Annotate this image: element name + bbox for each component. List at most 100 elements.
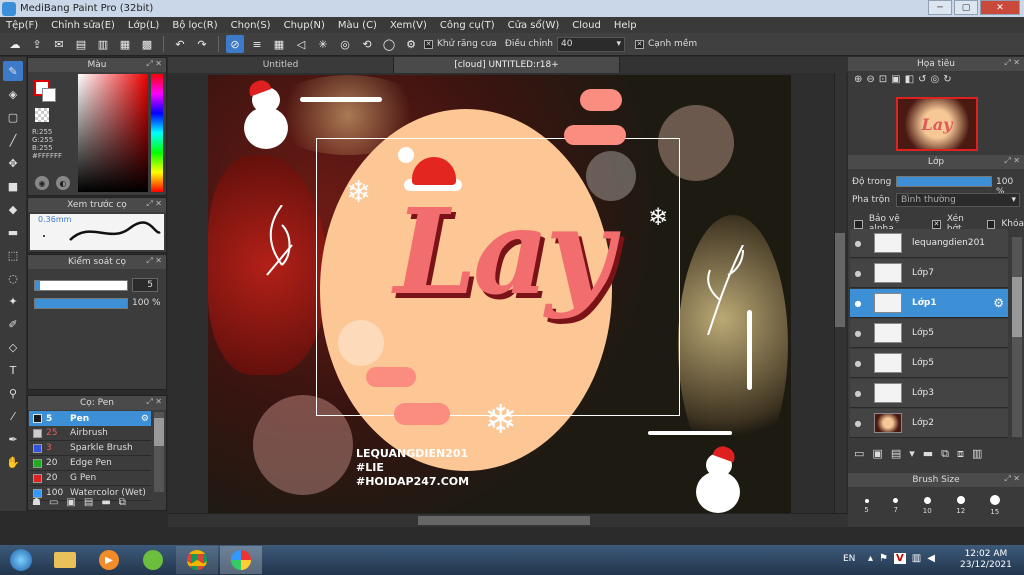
taskbar-media-player[interactable]: ▶	[88, 546, 130, 574]
panel-expand-icon[interactable]: ⤢ ✕	[146, 59, 162, 69]
unikey-icon[interactable]: V	[894, 553, 906, 564]
flip-icon[interactable]: ◧	[905, 74, 914, 85]
brush-size-option[interactable]: 10	[923, 491, 932, 525]
snap-radial-icon[interactable]: ✳	[314, 35, 332, 53]
snap-settings-icon[interactable]: ⚙	[402, 35, 420, 53]
snap-parallel-icon[interactable]: ≡	[248, 35, 266, 53]
brush-size-option[interactable]: 15	[989, 491, 1000, 525]
brush-settings-icon[interactable]: ▤	[84, 497, 93, 508]
eye-icon[interactable]: ●	[850, 389, 866, 398]
input-language[interactable]: EN	[843, 554, 855, 564]
select-eraser-icon[interactable]: ◇	[3, 337, 23, 357]
menu-help[interactable]: Help	[614, 20, 637, 31]
brush-item[interactable]: 3 Sparkle Brush	[29, 441, 151, 456]
gear-icon[interactable]: ⚙	[993, 296, 1004, 310]
transparent-swatch[interactable]	[35, 108, 49, 122]
clipping-checkbox[interactable]: ✕	[932, 219, 941, 229]
sharp-edge-checkbox[interactable]: ✕	[634, 39, 644, 49]
adjust-select[interactable]: 40 ▾	[556, 36, 625, 52]
tray-arrow-icon[interactable]: ▴	[868, 553, 873, 564]
select-tool-icon[interactable]: ⬚	[3, 245, 23, 265]
eye-icon[interactable]: ●	[850, 269, 866, 278]
layer-row[interactable]: ● Lớp2	[850, 409, 1008, 438]
gear-icon[interactable]: ⚙	[141, 414, 149, 424]
menu-tools[interactable]: Công cụ(T)	[440, 20, 495, 31]
panel-expand-icon[interactable]: ⤢ ✕	[1004, 156, 1020, 166]
brush-item[interactable]: 25 Airbrush	[29, 426, 151, 441]
menu-cloud[interactable]: Cloud	[572, 20, 601, 31]
tab-untitled[interactable]: Untitled	[168, 57, 394, 73]
opacity-slider[interactable]	[34, 298, 128, 309]
antialias-checkbox[interactable]: ✕	[424, 39, 433, 49]
size-slider[interactable]	[34, 280, 128, 291]
layer-folder-icon[interactable]: ▬	[923, 447, 933, 461]
panel-expand-icon[interactable]: ⤢ ✕	[146, 256, 162, 266]
add-layer-menu-icon[interactable]: ▾	[909, 447, 915, 461]
brush-size-option[interactable]: 7	[893, 491, 899, 525]
fill-rect-tool-icon[interactable]: ■	[3, 176, 23, 196]
hue-slider[interactable]	[151, 74, 163, 192]
eyedropper-icon[interactable]: ◉	[35, 176, 49, 190]
page-icon[interactable]: ▥	[94, 35, 112, 53]
eye-icon[interactable]: ●	[850, 359, 866, 368]
scroll-thumb[interactable]	[418, 516, 590, 525]
menu-select[interactable]: Chọn(S)	[231, 20, 271, 31]
hand-tool-icon[interactable]: ✋	[3, 452, 23, 472]
select-pen-icon[interactable]: ✐	[3, 314, 23, 334]
new-brush-icon[interactable]: ▭	[49, 497, 58, 508]
rotate-right-icon[interactable]: ↻	[943, 74, 951, 85]
export-icon[interactable]: ⇪	[28, 35, 46, 53]
menu-color[interactable]: Màu (C)	[338, 20, 377, 31]
menu-filter[interactable]: Bộ lọc(R)	[172, 20, 217, 31]
horizontal-scrollbar[interactable]	[168, 513, 848, 527]
snap-circle-icon[interactable]: ◎	[336, 35, 354, 53]
close-button[interactable]: ✕	[980, 0, 1020, 15]
duplicate-layer-icon[interactable]: ⧉	[941, 447, 949, 461]
cloud-icon[interactable]: ☁	[6, 35, 24, 53]
blend-mode-select[interactable]: Bình thường ▾	[896, 193, 1020, 207]
volume-icon[interactable]: ◀	[927, 553, 935, 564]
start-button[interactable]	[0, 546, 42, 574]
pen-tool-icon[interactable]: ✒	[3, 429, 23, 449]
taskbar-explorer[interactable]	[44, 546, 86, 574]
redo-icon[interactable]: ↷	[193, 35, 211, 53]
new-layer-icon[interactable]: ▭	[854, 447, 864, 461]
size-input[interactable]: 5	[132, 278, 158, 292]
layer-opacity-slider[interactable]	[896, 176, 992, 187]
maximize-button[interactable]: ▢	[954, 0, 978, 15]
layer-row[interactable]: ● Lớp5	[850, 349, 1008, 378]
chat-icon[interactable]: ✉	[50, 35, 68, 53]
snap-curve-icon[interactable]: ⟲	[358, 35, 376, 53]
layer-list-scrollbar[interactable]	[1012, 237, 1022, 437]
folder-icon[interactable]: ▬	[101, 497, 110, 508]
brush-tool-icon[interactable]: ✎	[3, 61, 23, 81]
flag-icon[interactable]: ⚑	[879, 553, 888, 564]
minimize-button[interactable]: ─	[928, 0, 952, 15]
brush-list-scrollbar[interactable]	[154, 412, 164, 492]
panel-expand-icon[interactable]: ⤢ ✕	[146, 397, 162, 407]
doc-icon[interactable]: ▤	[72, 35, 90, 53]
canvas-area[interactable]: ❄ ❄ ❄ Lay LEQUANGDIEN201 #LIE #HOIDAP247…	[168, 73, 846, 513]
fit-icon[interactable]: ⊡	[879, 74, 887, 85]
snap-ellipse-icon[interactable]: ◯	[380, 35, 398, 53]
divide-tool-icon[interactable]: ⚲	[3, 383, 23, 403]
brush-item[interactable]: 5 Pen ⚙	[29, 411, 151, 426]
menu-layer[interactable]: Lớp(L)	[128, 20, 159, 31]
zoom-in-icon[interactable]: ⊕	[854, 74, 862, 85]
eye-icon[interactable]: ●	[850, 329, 866, 338]
bucket-tool-icon[interactable]: ◆	[3, 199, 23, 219]
new-halftone-layer-icon[interactable]: ▣	[872, 447, 882, 461]
layer-row[interactable]: ● Lớp1 ⚙	[850, 289, 1008, 318]
brush-item[interactable]: 20 Edge Pen	[29, 456, 151, 471]
clock[interactable]: 12:02 AM 23/12/2021	[960, 549, 1012, 571]
layer-row[interactable]: ● Lớp5	[850, 319, 1008, 348]
move-tool-icon[interactable]: ✥	[3, 153, 23, 173]
magic-wand-icon[interactable]: ✦	[3, 291, 23, 311]
grid-icon[interactable]: ▩	[138, 35, 156, 53]
eye-icon[interactable]: ●	[850, 239, 866, 248]
rotate-left-icon[interactable]: ↺	[918, 74, 926, 85]
color-palette-icon[interactable]: ◐	[56, 176, 70, 190]
undo-icon[interactable]: ↶	[171, 35, 189, 53]
brush-cloud-icon[interactable]: ☗	[32, 497, 41, 508]
new-8bit-layer-icon[interactable]: ▤	[891, 447, 901, 461]
